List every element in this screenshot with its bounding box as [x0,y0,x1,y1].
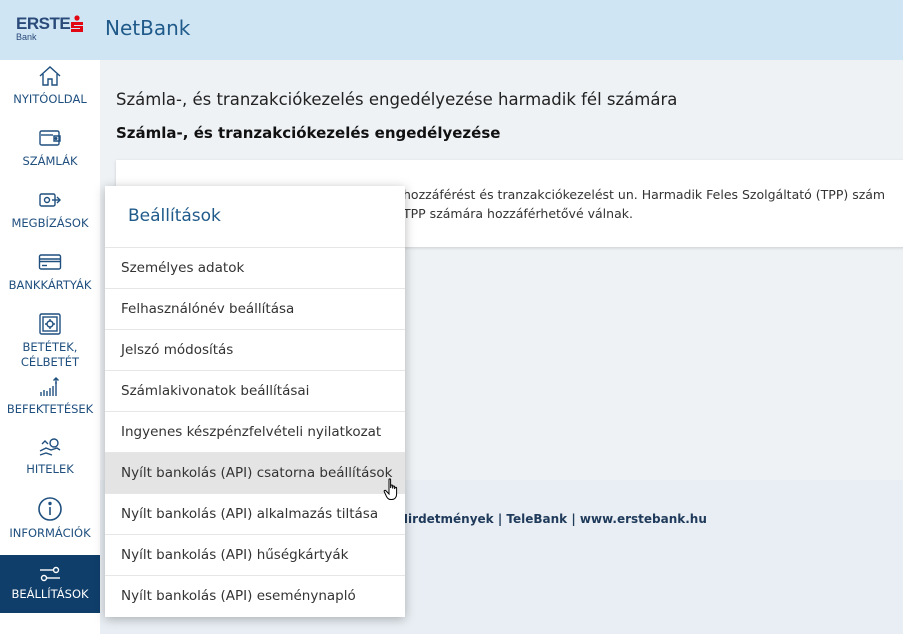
sidebar-item-label: BEÁLLÍTÁSOK [11,587,89,601]
sidebar-item-label: SZÁMLÁK [22,154,78,168]
sidebar-item-label: MEGBÍZÁSOK [11,216,89,230]
footer-links[interactable]: Hirdetmények | TeleBank | www.erstebank.… [398,512,707,526]
menu-item-statements[interactable]: Számlakivonatok beállításai [105,370,405,411]
sidebar-item-label: INFORMÁCIÓK [9,526,91,540]
settings-menu-title: Beállítások [128,206,221,226]
menu-item-cash-withdrawal[interactable]: Ingyenes készpénzfelvételi nyilatkozat [105,411,405,452]
sidebar-item-label: HITELEK [26,462,74,476]
wallet-icon [39,130,61,146]
settings-icon [40,566,60,582]
app-title: NetBank [105,16,191,40]
sidebar-item-information[interactable]: INFORMÁCIÓK [0,496,100,546]
menu-item-api-app-block[interactable]: Nyílt bankolás (API) alkalmazás tiltása [105,493,405,534]
logo-subtext: Bank [16,32,37,42]
sidebar-item-label: BETÉTEK, CÉLBETÉT [20,340,80,369]
sidebar-item-investments[interactable]: BEFEKTETÉSEK [0,376,100,422]
settings-menu-list: Személyes adatok Felhasználónév beállítá… [105,247,405,616]
sidebar-item-home[interactable]: NYITÓOLDAL [0,64,100,116]
sidebar-item-settings[interactable]: BEÁLLÍTÁSOK [0,555,100,613]
sidebar-item-orders[interactable]: MEGBÍZÁSOK [0,188,100,240]
transfer-icon [39,193,61,207]
loan-icon [39,438,61,456]
chart-icon [40,377,59,396]
section-title: Számla-, és tranzakciókezelés engedélyez… [116,124,501,142]
sidebar-item-cards[interactable]: BANKKÁRTYÁK [0,250,100,302]
page-title: Számla-, és tranzakciókezelés engedélyez… [116,90,678,109]
top-bar: ERSTE Bank NetBank [0,0,903,60]
menu-item-username[interactable]: Felhasználónév beállítása [105,288,405,329]
erste-logo[interactable]: ERSTE Bank [16,14,86,46]
sidebar-item-label: BANKKÁRTYÁK [8,278,92,292]
menu-item-api-event-log[interactable]: Nyílt bankolás (API) eseménynapló [105,575,405,616]
sidebar-item-label: NYITÓOLDAL [13,92,87,106]
sidebar-item-deposits[interactable]: BETÉTEK, CÉLBETÉT [0,312,100,370]
sidebar-item-accounts[interactable]: SZÁMLÁK [0,126,100,178]
home-icon [39,66,61,86]
card-icon [38,254,62,270]
sidebar-nav: NYITÓOLDAL SZÁMLÁK MEGBÍZÁSOK BANKKÁRTYÁ… [0,60,100,634]
info-icon [38,497,62,521]
sidebar-item-label: BEFEKTETÉSEK [6,402,94,416]
card-text-line1: hozzáférést és tranzakciókezelést un. Ha… [403,187,886,202]
menu-item-api-loyalty-cards[interactable]: Nyílt bankolás (API) hűségkártyák [105,534,405,575]
menu-item-api-channel-settings[interactable]: Nyílt bankolás (API) csatorna beállításo… [105,452,405,493]
card-text-line2: TPP számára hozzáférhetővé válnak. [403,206,633,221]
sidebar-item-loans[interactable]: HITELEK [0,436,100,482]
erste-s-mark-icon [71,15,83,32]
safe-icon [39,313,61,335]
menu-item-personal-data[interactable]: Személyes adatok [105,247,405,288]
logo-text: ERSTE [16,14,71,33]
settings-dropdown-menu: Beállítások Személyes adatok Felhasználó… [105,186,405,617]
menu-item-password[interactable]: Jelszó módosítás [105,329,405,370]
hand-pointer-icon [383,478,398,500]
